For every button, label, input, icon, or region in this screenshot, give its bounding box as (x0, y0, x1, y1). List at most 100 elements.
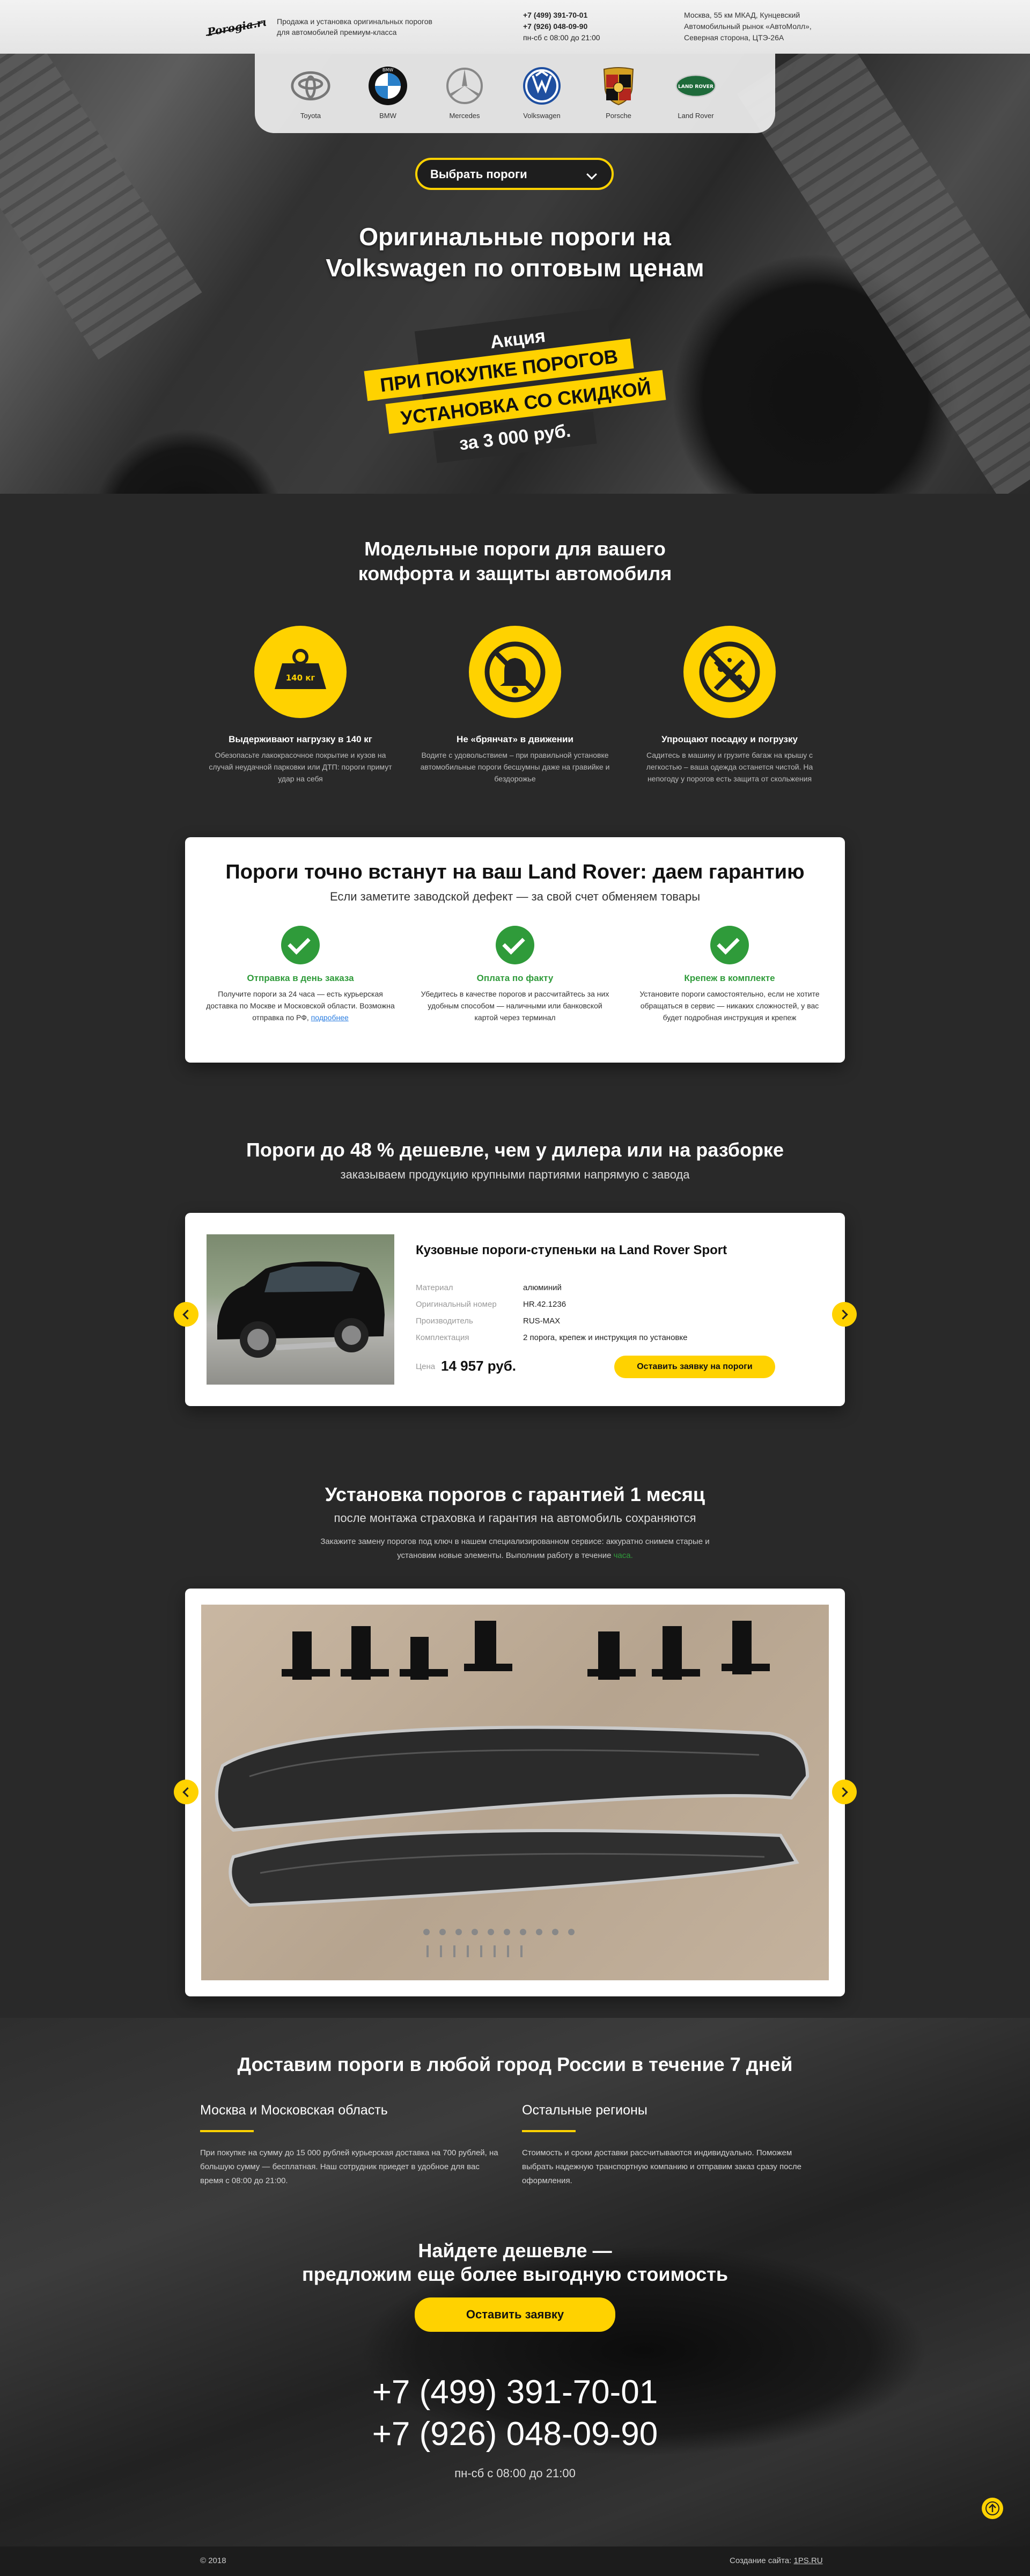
guarantee-item-title: Отправка в день заказа (247, 973, 354, 983)
guarantee-item-text: Установите пороги самостоятельно, если н… (639, 990, 820, 1022)
guarantee-title: Пороги точно встанут на ваш Land Rover: … (225, 861, 805, 883)
site-credit-link[interactable]: 1PS.RU (793, 2556, 822, 2565)
header-contacts: +7 (499) 391-70-01 +7 (926) 048-09-90 пн… (523, 10, 600, 43)
land-rover-badge-text: LAND ROVER (678, 84, 713, 90)
porsche-logo-icon (598, 65, 639, 106)
divider (200, 2130, 254, 2132)
guarantee-item-title: Крепеж в комплекте (684, 973, 775, 983)
header-address: Москва, 55 км МКАД, Кунцевский Автомобил… (684, 11, 812, 42)
site-tagline: Продажа и установка оригинальных порогов… (277, 17, 432, 36)
guarantee-item-title: Оплата по факту (476, 973, 554, 983)
delivery-title: Доставим пороги в любой город России в т… (237, 2053, 793, 2075)
spec-key: Производитель (416, 1316, 473, 1326)
header-phone-1[interactable]: +7 (499) 391-70-01 (523, 10, 600, 21)
feature-title: Упрощают посадку и погрузку (661, 734, 798, 744)
brand-porsche[interactable]: Porsche (589, 65, 648, 120)
spec-value: алюминий (523, 1283, 562, 1292)
feature-weight: 140 кг Выдерживают нагрузку в 140 кг Обе… (204, 626, 397, 785)
cta-title-line-1: Найдете дешевле — (418, 2240, 612, 2262)
delivery-moscow-title: Москва и Московская область (200, 2103, 388, 2118)
brand-bmw[interactable]: BMW BMW (358, 65, 417, 120)
site-logo[interactable]: Porogia.ru (203, 12, 266, 43)
cta-phone-1[interactable]: +7 (499) 391-70-01 (0, 2373, 1030, 2411)
logo-text: Porogia.ru (206, 15, 266, 39)
delivery-regions: Остальные регионы Стоимость и сроки дост… (522, 2103, 822, 2188)
cta-order-button[interactable]: Оставить заявку (415, 2297, 615, 2332)
cta-title-line-2: предложим еще более выгодную стоимость (301, 2263, 729, 2285)
svg-text:BMW: BMW (382, 68, 393, 72)
guarantee-item-text-body: Получите пороги за 24 часа — есть курьер… (206, 990, 395, 1022)
more-link[interactable]: подробнее (311, 1013, 349, 1022)
install-text-body: Закажите замену порогов под ключ в нашем… (320, 1537, 710, 1560)
no-dirt-icon (683, 626, 776, 718)
install-hour-link[interactable]: часа. (614, 1551, 633, 1560)
feature-title: Не «брянчат» в движении (457, 734, 573, 744)
price-label: Цена (416, 1362, 436, 1371)
brand-toyota[interactable]: Toyota (281, 65, 340, 120)
gallery-card (185, 1589, 845, 1996)
brand-select-dropdown[interactable]: Выбрать пороги (415, 158, 614, 190)
features-title: Модельные пороги для вашего комфорта и з… (0, 537, 1030, 586)
gallery-photo[interactable] (201, 1605, 829, 1980)
feature-title: Выдерживают нагрузку в 140 кг (229, 734, 372, 744)
price-subtitle: заказываем продукцию крупными партиями н… (340, 1168, 690, 1181)
feature-silent: Не «брянчат» в движении Водите с удоволь… (418, 626, 612, 785)
volkswagen-logo-icon (521, 65, 562, 106)
brand-volkswagen[interactable]: Volkswagen (512, 65, 571, 120)
spec-value: 2 порога, крепеж и инструкция по установ… (523, 1333, 688, 1342)
feature-text: Обезопасьте лакокрасочное покрытие и куз… (209, 751, 392, 783)
bell-off-icon (469, 626, 561, 718)
spec-value: HR.42.1236 (523, 1300, 566, 1309)
scroll-top-button[interactable] (982, 2498, 1003, 2519)
brand-label: Mercedes (449, 112, 480, 120)
check-icon (281, 926, 320, 964)
land-rover-logo-icon: LAND ROVER (675, 65, 716, 106)
bmw-logo-icon: BMW (367, 65, 408, 106)
brand-land-rover[interactable]: LAND ROVER Land Rover (666, 65, 725, 120)
promo-banner: Акция ПРИ ПОКУПКЕ ПОРОГОВ УСТАНОВКА СО С… (364, 308, 666, 491)
guarantee-subtitle: Если заметите заводской дефект — за свой… (329, 890, 701, 903)
guarantee-item-text: Получите пороги за 24 часа — есть курьер… (204, 988, 397, 1023)
carousel-prev-button[interactable] (174, 1302, 198, 1327)
brand-label: Porsche (606, 112, 631, 120)
cta-phone-2[interactable]: +7 (926) 048-09-90 (0, 2415, 1030, 2453)
delivery-moscow: Москва и Московская область При покупке … (200, 2103, 501, 2188)
feature-text: Водите с удовольствием – при правильной … (420, 751, 610, 783)
features-title-line-2: комфорта и защиты автомобиля (358, 562, 672, 584)
copyright: © 2018 (200, 2556, 226, 2565)
brand-label: BMW (379, 112, 396, 120)
feature-text: Садитесь в машину и грузите багаж на кры… (646, 751, 813, 783)
brand-label: Volkswagen (523, 112, 561, 120)
product-photo[interactable] (207, 1234, 394, 1385)
install-subtitle: после монтажа страховка и гарантия на ав… (334, 1511, 696, 1525)
brand-label: Toyota (300, 112, 321, 120)
product-card: Кузовные пороги-ступеньки на Land Rover … (185, 1213, 845, 1406)
divider (522, 2130, 576, 2132)
spec-key: Оригинальный номер (416, 1300, 497, 1309)
check-icon (710, 926, 749, 964)
site-credit-label: Создание сайта: (730, 2556, 792, 2565)
guarantee-item-text: Убедитесь в качестве порогов и рассчитай… (421, 990, 609, 1022)
header-phone-2[interactable]: +7 (926) 048-09-90 (523, 21, 600, 32)
price-title: Пороги до 48 % дешевле, чем у дилера или… (246, 1139, 784, 1161)
guarantee-card: Пороги точно встанут на ваш Land Rover: … (185, 837, 845, 1063)
gallery-next-button[interactable] (832, 1780, 857, 1804)
spec-key: Комплектация (416, 1333, 469, 1342)
hero-step-bg-left (0, 54, 202, 360)
toyota-logo-icon (290, 65, 331, 106)
feature-easy-access: Упрощают посадку и погрузку Садитесь в м… (633, 626, 826, 785)
delivery-regions-title: Остальные регионы (522, 2103, 648, 2118)
install-text: Закажите замену порогов под ключ в нашем… (300, 1535, 730, 1563)
brand-mercedes[interactable]: Mercedes (435, 65, 494, 120)
guarantee-item-payment: Оплата по факту Убедитесь в качестве пор… (418, 926, 612, 1023)
check-icon (496, 926, 534, 964)
brand-bar: Toyota BMW BMW Mercedes Volkswagen Porsc… (255, 54, 775, 133)
site-header: Porogia.ru Продажа и установка оригиналь… (0, 0, 1030, 54)
cta-hours: пн-сб с 08:00 до 21:00 (454, 2467, 576, 2480)
order-product-button[interactable]: Оставить заявку на пороги (614, 1356, 775, 1378)
guarantee-item-mounting: Крепеж в комплекте Установите пороги сам… (633, 926, 826, 1023)
gallery-prev-button[interactable] (174, 1780, 198, 1804)
delivery-moscow-text: При покупке на сумму до 15 000 рублей ку… (200, 2148, 498, 2185)
carousel-next-button[interactable] (832, 1302, 857, 1327)
features-title-line-1: Модельные пороги для вашего (364, 538, 666, 560)
